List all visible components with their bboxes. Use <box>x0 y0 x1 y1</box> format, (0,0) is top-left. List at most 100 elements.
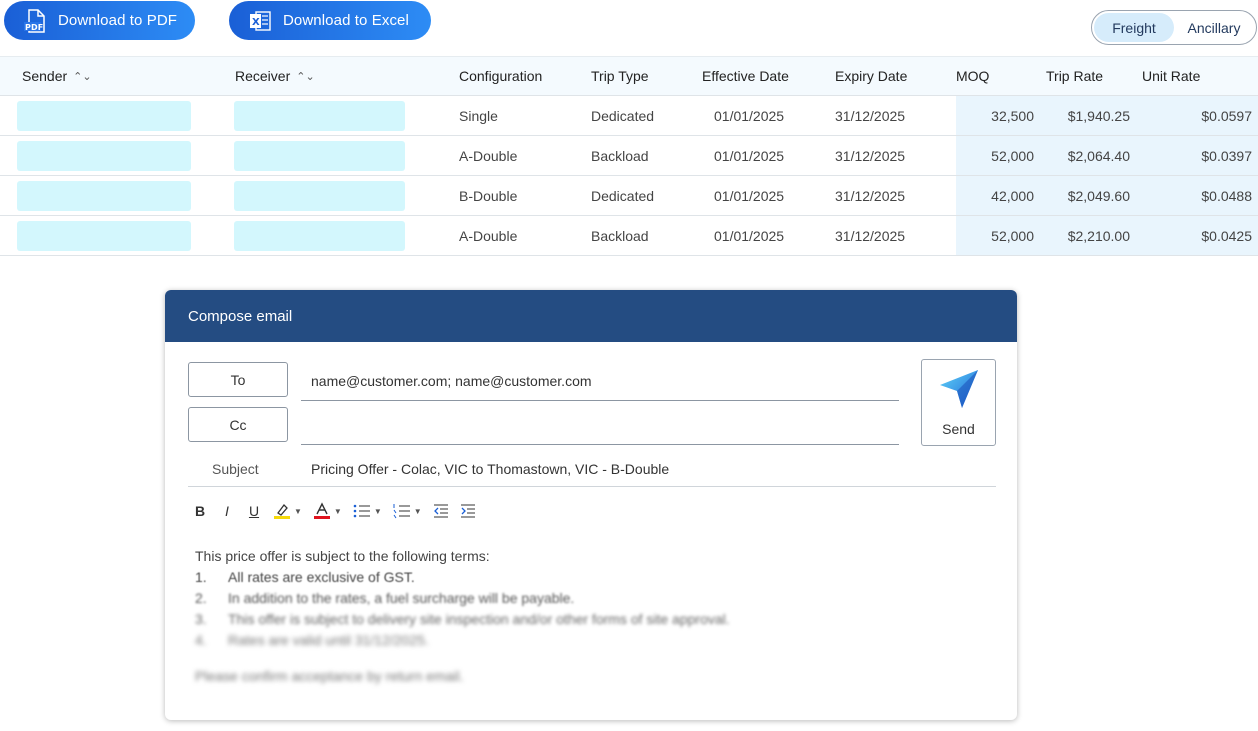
email-body[interactable]: This price offer is subject to the follo… <box>195 546 730 687</box>
header-unit-rate: Unit Rate <box>1142 56 1258 96</box>
rates-table: Sender ⌃⌄ Receiver ⌃⌄ Configuration Trip T… <box>0 56 1258 256</box>
redacted-sender <box>17 140 191 171</box>
subject-label: Subject <box>212 461 259 477</box>
download-excel-button[interactable]: X Download to Excel <box>229 1 431 40</box>
expiry-date-cell: 31/12/2025 <box>820 95 956 136</box>
chevron-down-icon[interactable]: ▼ <box>414 507 422 516</box>
bullet-list-icon <box>353 504 370 518</box>
sort-icon[interactable]: ⌃⌄ <box>73 70 91 83</box>
header-moq: MOQ <box>956 56 1046 96</box>
excel-file-icon: X <box>249 9 271 33</box>
highlight-icon <box>274 504 290 519</box>
receiver-cell <box>230 175 454 216</box>
redacted-receiver <box>234 220 405 251</box>
trip-rate-cell: $2,064.40 <box>1046 135 1142 176</box>
editor-toolbar: B I U ▼ ▼ ▼ ▼ <box>192 500 487 522</box>
italic-button[interactable]: I <box>219 500 235 522</box>
effective-date-cell: 01/01/2025 <box>697 175 820 216</box>
send-plane-icon <box>938 368 980 415</box>
header-receiver[interactable]: Receiver ⌃⌄ <box>230 56 454 96</box>
header-sender[interactable]: Sender ⌃⌄ <box>0 56 230 96</box>
header-trip-rate: Trip Rate <box>1046 56 1142 96</box>
expiry-date-cell: 31/12/2025 <box>820 135 956 176</box>
table-header-row: Sender ⌃⌄ Receiver ⌃⌄ Configuration Trip T… <box>0 56 1258 96</box>
send-label: Send <box>942 421 975 437</box>
trip-rate-cell: $1,940.25 <box>1046 95 1142 136</box>
header-trip-type: Trip Type <box>586 56 697 96</box>
moq-cell: 32,500 <box>956 95 1046 136</box>
compose-title: Compose email <box>165 290 1017 342</box>
redacted-receiver <box>234 100 405 131</box>
svg-text:X: X <box>252 17 260 28</box>
configuration-cell: A-Double <box>454 135 586 176</box>
trip-type-cell: Dedicated <box>586 95 697 136</box>
receiver-cell <box>230 215 454 256</box>
term-item: 1. All rates are exclusive of GST. <box>195 569 415 585</box>
term-item: 3. This offer is subject to delivery site… <box>195 611 730 627</box>
effective-date-cell: 01/01/2025 <box>697 135 820 176</box>
underline-button[interactable]: U <box>246 500 262 522</box>
trip-type-cell: Dedicated <box>586 175 697 216</box>
pdf-file-icon: PDF <box>24 8 46 33</box>
table-row: Single Dedicated 01/01/2025 31/12/2025 3… <box>0 95 1258 136</box>
receiver-cell <box>230 135 454 176</box>
cc-button[interactable]: Cc <box>188 407 288 442</box>
table-row: A-Double Backload 01/01/2025 31/12/2025 … <box>0 215 1258 256</box>
indent-icon <box>460 504 475 518</box>
moq-cell: 52,000 <box>956 215 1046 256</box>
svg-text:PDF: PDF <box>25 23 43 32</box>
download-excel-label: Download to Excel <box>283 12 409 29</box>
header-configuration: Configuration <box>454 56 586 96</box>
moq-cell: 52,000 <box>956 135 1046 176</box>
subject-row: Subject Pricing Offer - Colac, VIC to Th… <box>188 457 996 487</box>
numbered-list-icon <box>393 504 410 519</box>
moq-cell: 42,000 <box>956 175 1046 216</box>
sender-cell <box>0 95 230 136</box>
subject-input[interactable]: Pricing Offer - Colac, VIC to Thomastown… <box>311 461 669 477</box>
chevron-down-icon[interactable]: ▼ <box>334 507 342 516</box>
to-button[interactable]: To <box>188 362 288 397</box>
font-color-icon <box>313 502 330 519</box>
compose-email-panel: Compose email To name@customer.com; name… <box>165 290 1017 720</box>
bold-button[interactable]: B <box>192 500 208 522</box>
to-field[interactable]: name@customer.com; name@customer.com <box>301 361 899 401</box>
download-pdf-label: Download to PDF <box>58 12 178 29</box>
receiver-cell <box>230 95 454 136</box>
sender-cell <box>0 175 230 216</box>
rate-type-toggle: Freight Ancillary <box>1091 10 1257 45</box>
numbered-list-button[interactable]: ▼ <box>393 500 422 522</box>
redacted-sender <box>17 220 191 251</box>
unit-rate-cell: $0.0488 <box>1142 175 1258 216</box>
font-color-button[interactable]: ▼ <box>313 500 342 522</box>
trip-type-cell: Backload <box>586 135 697 176</box>
download-pdf-button[interactable]: PDF Download to PDF <box>4 1 195 40</box>
table-row: B-Double Dedicated 01/01/2025 31/12/2025… <box>0 175 1258 216</box>
tab-ancillary[interactable]: Ancillary <box>1174 13 1254 42</box>
bullet-list-button[interactable]: ▼ <box>353 500 382 522</box>
send-button[interactable]: Send <box>921 359 996 446</box>
sort-icon[interactable]: ⌃⌄ <box>296 70 314 83</box>
outdent-icon <box>433 504 448 518</box>
term-item: 4. Rates are valid until 31/12/2025. <box>195 632 429 648</box>
tab-freight[interactable]: Freight <box>1094 13 1174 42</box>
effective-date-cell: 01/01/2025 <box>697 95 820 136</box>
redacted-sender <box>17 100 191 131</box>
cc-field[interactable] <box>301 405 899 445</box>
trip-type-cell: Backload <box>586 215 697 256</box>
chevron-down-icon[interactable]: ▼ <box>294 507 302 516</box>
highlight-button[interactable]: ▼ <box>273 500 302 522</box>
unit-rate-cell: $0.0597 <box>1142 95 1258 136</box>
header-expiry-date: Expiry Date <box>820 56 956 96</box>
trip-rate-cell: $2,210.00 <box>1046 215 1142 256</box>
redacted-receiver <box>234 180 405 211</box>
configuration-cell: A-Double <box>454 215 586 256</box>
effective-date-cell: 01/01/2025 <box>697 215 820 256</box>
body-intro: This price offer is subject to the follo… <box>195 548 490 564</box>
unit-rate-cell: $0.0425 <box>1142 215 1258 256</box>
indent-button[interactable] <box>460 500 476 522</box>
expiry-date-cell: 31/12/2025 <box>820 215 956 256</box>
outdent-button[interactable] <box>433 500 449 522</box>
configuration-cell: B-Double <box>454 175 586 216</box>
body-closing: Please confirm acceptance by return emai… <box>195 668 464 684</box>
chevron-down-icon[interactable]: ▼ <box>374 507 382 516</box>
